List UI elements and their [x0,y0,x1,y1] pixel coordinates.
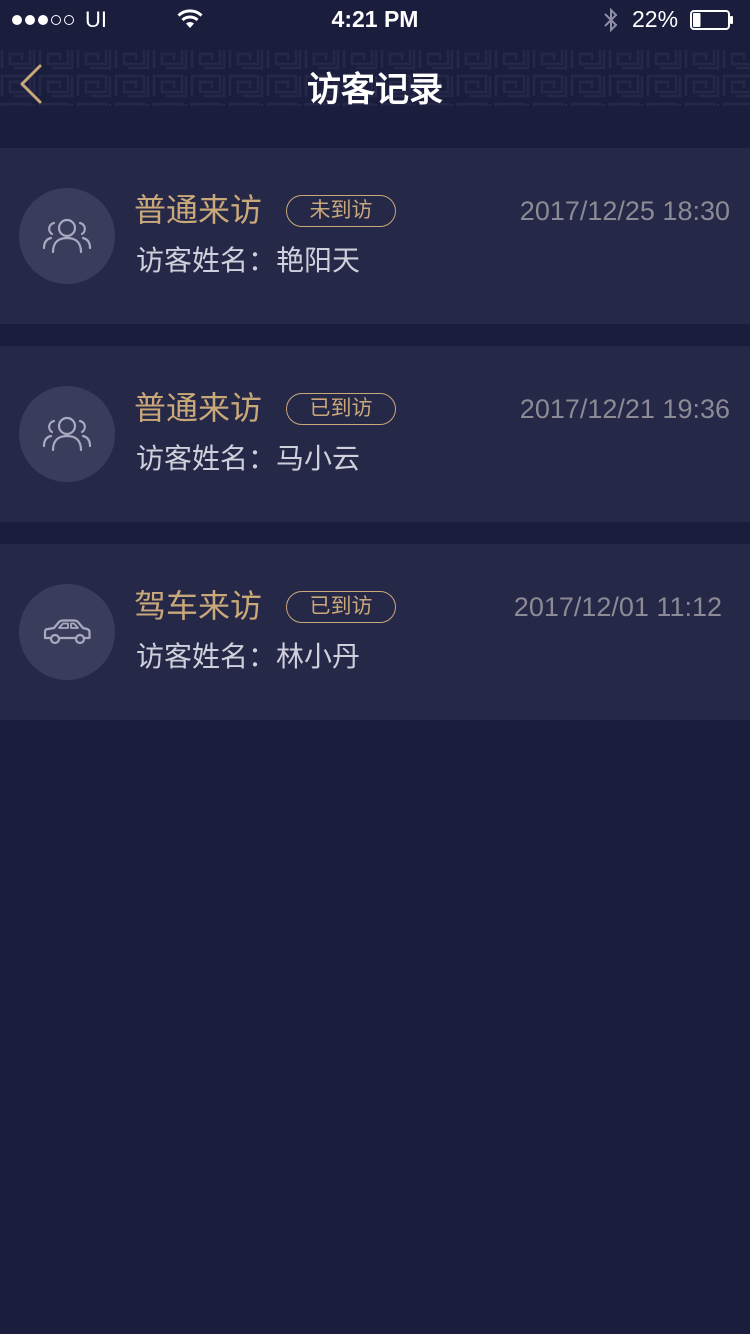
visit-avatar [19,188,115,284]
visit-type: 普通来访 [134,389,263,427]
visitor-records-screen: UI 4:21 PM 22% 访客记录 普通来访 未到访 2017/12/25 … [0,0,750,1334]
status-bar: UI 4:21 PM 22% [0,0,750,40]
car-icon [43,619,91,645]
visitor-info: 访客姓名：林小丹 [136,638,360,676]
visit-avatar [19,584,115,680]
visit-type: 普通来访 [134,191,263,229]
visit-time: 2017/12/01 11:12 [513,592,722,622]
visitor-info: 访客姓名：艳阳天 [136,242,360,280]
visitor-name: 马小云 [276,442,361,475]
page-title: 访客记录 [307,70,443,110]
visitor-name: 艳阳天 [276,244,361,277]
visit-avatar [19,386,115,482]
visitor-label: 访客姓名： [136,442,277,475]
people-icon [42,416,92,452]
visit-status-badge: 未到访 [286,195,396,227]
visit-record-card[interactable]: 普通来访 未到访 2017/12/25 18:30 访客姓名：艳阳天 [0,148,750,324]
battery-percent: 22% [632,6,679,32]
visitor-name: 林小丹 [276,640,361,673]
visitor-info: 访客姓名：马小云 [136,440,360,478]
visit-record-card[interactable]: 普通来访 已到访 2017/12/21 19:36 访客姓名：马小云 [0,346,750,522]
visitor-label: 访客姓名： [136,244,277,277]
header: UI 4:21 PM 22% 访客记录 [0,0,750,128]
bluetooth-icon [604,7,618,33]
visit-record-card[interactable]: 驾车来访 已到访 2017/12/01 11:12 访客姓名：林小丹 [0,544,750,720]
battery-icon [690,10,733,30]
visit-type: 驾车来访 [134,587,263,625]
visit-time: 2017/12/25 18:30 [519,196,730,226]
people-icon [42,218,92,254]
visit-time: 2017/12/21 19:36 [519,394,730,424]
nav-bar: 访客记录 [0,40,750,128]
visit-list: 普通来访 未到访 2017/12/25 18:30 访客姓名：艳阳天 普通来访 … [0,148,750,742]
visit-status-badge: 已到访 [286,591,396,623]
visitor-label: 访客姓名： [136,640,277,673]
visit-status-badge: 已到访 [286,393,396,425]
